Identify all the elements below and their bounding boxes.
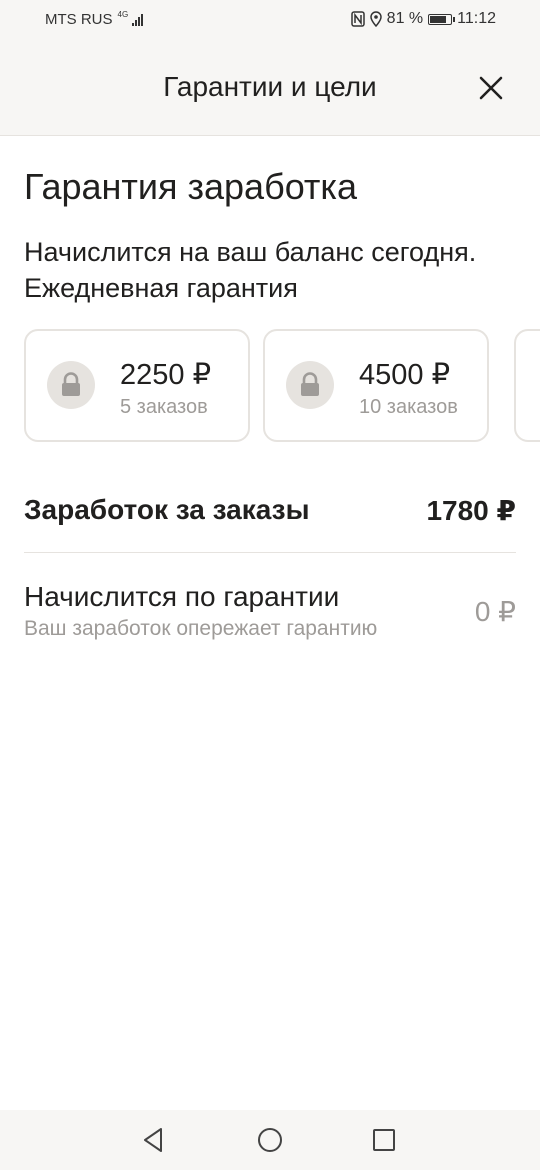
accrual-sublabel: Ваш заработок опережает гарантию (24, 617, 378, 640)
earnings-value: 1780 ₽ (426, 495, 516, 526)
back-triangle-icon (144, 1128, 162, 1152)
close-icon (479, 76, 503, 100)
battery-percent: 81 % (386, 10, 424, 27)
signal-icon (132, 13, 144, 26)
guarantee-amount: 4500 ₽ (359, 359, 451, 391)
back-button[interactable] (138, 1124, 170, 1156)
guarantee-card-partial[interactable] (514, 329, 540, 442)
guarantee-card[interactable]: 2250 ₽ 5 заказов (24, 329, 250, 442)
home-button[interactable] (254, 1124, 286, 1156)
recents-button[interactable] (368, 1124, 400, 1156)
accrual-label: Начислится по гарантии (24, 581, 340, 612)
guarantee-orders: 5 заказов (120, 396, 208, 418)
home-circle-icon (258, 1128, 282, 1152)
clock: 11:12 (457, 10, 496, 27)
status-left: MTS RUS 4G (45, 9, 144, 28)
location-icon (369, 11, 382, 27)
guarantee-orders: 10 заказов (359, 396, 458, 418)
accrual-row: Начислится по гарантии Ваш заработок опе… (24, 581, 516, 641)
lock-icon (286, 361, 334, 409)
section-description: Начислится на ваш баланс сегодня. Ежедне… (24, 237, 477, 303)
guarantee-cards[interactable]: 2250 ₽ 5 заказов 4500 ₽ 10 заказов (24, 329, 540, 443)
section-title: Гарантия заработка (24, 166, 357, 207)
recents-square-icon (373, 1129, 395, 1151)
carrier-name: MTS RUS (45, 11, 113, 28)
system-navigation-bar (0, 1110, 540, 1170)
nfc-icon (350, 11, 365, 27)
guarantee-amount: 2250 ₽ (120, 359, 212, 391)
status-bar: MTS RUS 4G 81 % 11:12 (0, 0, 540, 40)
divider (24, 552, 516, 553)
guarantee-card[interactable]: 4500 ₽ 10 заказов (263, 329, 489, 442)
accrual-value: 0 ₽ (474, 596, 516, 627)
page-title: Гарантии и цели (163, 71, 377, 102)
close-button[interactable] (476, 73, 506, 103)
network-type: 4G (117, 9, 129, 19)
battery-icon (428, 13, 456, 25)
header: Гарантии и цели (0, 40, 540, 136)
earnings-row: Заработок за заказы 1780 ₽ (24, 494, 516, 526)
lock-icon (47, 361, 95, 409)
status-right: 81 % 11:12 (350, 10, 496, 28)
